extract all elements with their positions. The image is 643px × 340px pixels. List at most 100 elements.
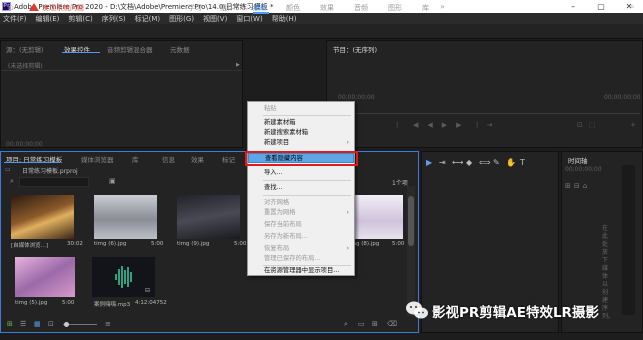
trash-icon[interactable]: ⌫ [387, 320, 397, 328]
transport-controls-icons[interactable]: ⎸◀◀▶▶⎹⇥ [397, 121, 501, 130]
workspace-color[interactable]: 颜色 [286, 3, 300, 13]
item-duration: 30:02 [67, 241, 83, 247]
maximize-button[interactable]: ▢ [587, 0, 615, 13]
search-icon[interactable]: ⌕ [630, 2, 634, 12]
timeline-timecode: 00;00;00;00 [565, 166, 602, 173]
menu-file[interactable]: 文件(F) [3, 14, 27, 24]
timeline-drop-hint: 在此处放下媒体以创建序列。 [602, 225, 615, 320]
effect-controls-panel [0, 40, 243, 148]
minimize-button[interactable]: – [559, 0, 587, 13]
tab-libraries[interactable]: 库 [132, 154, 139, 164]
item-name[interactable]: timg (9).jpg [177, 241, 209, 247]
export-frame-icon[interactable]: ⊡⬚ [577, 121, 601, 129]
tab-markers[interactable]: 标记 [222, 154, 235, 164]
tab-source[interactable]: 源：(无剪辑) [6, 44, 44, 54]
freeform-view-icon[interactable]: ⊡ [48, 320, 54, 328]
program-timecode-right: 00;00;00;00 [604, 94, 641, 101]
more-workspaces-icon[interactable]: » [440, 2, 445, 11]
menu-item-new-bin[interactable]: 新建素材箱 [248, 118, 354, 128]
panel-expand-icon[interactable]: ▶ [236, 62, 240, 68]
audio-badge-icon: ⊟ [145, 287, 151, 294]
item-thumbnail[interactable] [94, 195, 157, 239]
workspace-libraries[interactable]: 库 [422, 3, 429, 13]
menu-item-restore-layout[interactable]: 恢复布局 › [248, 244, 354, 254]
item-name[interactable]: 案例嗨嗨.mp3 [94, 300, 130, 308]
tab-media-browser[interactable]: 媒体浏览器 [81, 154, 114, 164]
item-name[interactable]: [自媒体浏览...] [11, 241, 48, 249]
home-icon[interactable]: ⌂ [8, 3, 14, 13]
workspace-learn[interactable]: 学习 [188, 3, 202, 13]
menu-window[interactable]: 窗口(W) [236, 14, 262, 24]
find-icon[interactable]: ⌕ [344, 320, 348, 329]
add-button-icon[interactable]: + [630, 121, 636, 129]
razor-tool-icon[interactable]: ◆ [466, 158, 472, 167]
workspace-effects[interactable]: 效果 [320, 3, 334, 13]
close-button[interactable]: ✕ [615, 0, 643, 13]
tab-effects[interactable]: 效果 [191, 154, 204, 164]
workspace-assembly[interactable]: 组件 [220, 3, 234, 13]
tab-audio-clip-mixer[interactable]: 音频剪辑混合器 [107, 44, 153, 54]
scrollbar-thumb[interactable] [408, 196, 414, 246]
divider [1, 70, 242, 71]
menu-clip[interactable]: 剪辑(C) [68, 14, 92, 24]
zoom-slider-handle[interactable] [64, 322, 69, 327]
menu-bar: 文件(F) 编辑(E) 剪辑(C) 序列(S) 标记(M) 图形(G) 视图(V… [0, 13, 643, 24]
menu-item-reveal-in-explorer[interactable]: 在资源管理器中显示项目... [248, 266, 354, 276]
menu-view[interactable]: 视图(V) [203, 14, 227, 24]
submenu-arrow-icon: › [346, 139, 349, 146]
item-thumbnail[interactable] [177, 195, 240, 239]
active-workspace-indicator [253, 12, 269, 14]
menu-marker[interactable]: 标记(M) [135, 14, 161, 24]
icon-view-icon[interactable]: ▦ [34, 320, 41, 328]
menu-item-new-item[interactable]: 新建项目 › [248, 138, 354, 148]
item-duration: 5:00 [392, 241, 405, 247]
ripple-edit-tool-icon[interactable]: ⟷ [452, 158, 463, 167]
slip-tool-icon[interactable]: ⟺ [479, 158, 490, 167]
new-bin-icon[interactable]: ▭ [358, 320, 365, 328]
selection-tool-icon[interactable]: ▶ [426, 158, 432, 167]
menu-item-manage-layouts[interactable]: 管理已保存的布局... [248, 254, 354, 264]
menu-item-import[interactable]: 导入... [248, 168, 354, 178]
item-name[interactable]: timg (5).jpg [15, 300, 47, 306]
item-duration: 5:00 [62, 300, 75, 306]
menu-sequence[interactable]: 序列(S) [102, 14, 126, 24]
workspace-graphics[interactable]: 图形 [388, 3, 402, 13]
item-name[interactable]: timg (6).jpg [94, 241, 126, 247]
wechat-icon [406, 301, 428, 319]
menu-item-align-to-grid[interactable]: 对齐网格 [248, 198, 354, 208]
track-select-tool-icon[interactable]: ⇥ [439, 158, 446, 167]
menu-item-find[interactable]: 查找... [248, 183, 354, 193]
new-bin-icon[interactable]: ▣ [109, 177, 116, 185]
active-tab-underline [62, 52, 100, 53]
menu-item-save-layout[interactable]: 保存当前布局 [248, 220, 354, 230]
tab-info[interactable]: 信息 [162, 154, 175, 164]
menu-edit[interactable]: 编辑(E) [36, 14, 60, 24]
menu-separator [263, 180, 351, 181]
project-file-icon: ▭ [5, 166, 11, 173]
lock-icon[interactable]: ⊞ [7, 320, 13, 328]
menu-item-paste[interactable]: 粘贴 [248, 104, 354, 114]
menu-item-save-as-new-layout[interactable]: 另存为新布局... [248, 232, 354, 242]
new-item-icon[interactable]: ⊞ [372, 320, 378, 328]
pen-tool-icon[interactable]: ✎ [493, 158, 500, 167]
tab-metadata[interactable]: 元数据 [170, 44, 190, 54]
menu-item-new-search-bin[interactable]: 新建搜索素材箱 [248, 128, 354, 138]
item-duration: 5:00 [151, 241, 164, 247]
workspace-audio[interactable]: 音频 [354, 3, 368, 13]
hand-tool-icon[interactable]: ✋ [506, 158, 516, 167]
menu-graphics[interactable]: 图形(G) [169, 14, 194, 24]
menu-help[interactable]: 帮助(H) [272, 14, 297, 24]
warning-icon[interactable] [29, 3, 39, 11]
warning-text[interactable]: 发现系统问题 [42, 3, 84, 13]
type-tool-icon[interactable]: T [520, 158, 525, 167]
item-thumbnail[interactable] [347, 195, 403, 239]
program-scrub-bar[interactable] [334, 113, 640, 114]
audio-meter [622, 165, 635, 315]
timeline-tools-icons[interactable]: ⊞⊟⌂ [565, 182, 590, 190]
project-search-input[interactable] [19, 177, 89, 187]
list-view-icon[interactable]: ☰ [20, 320, 26, 328]
sort-icon[interactable]: ≡ [105, 320, 111, 328]
item-thumbnail[interactable] [15, 257, 75, 297]
menu-item-reset-to-grid[interactable]: 重置为网格 › [248, 208, 354, 218]
item-thumbnail[interactable] [11, 195, 74, 239]
